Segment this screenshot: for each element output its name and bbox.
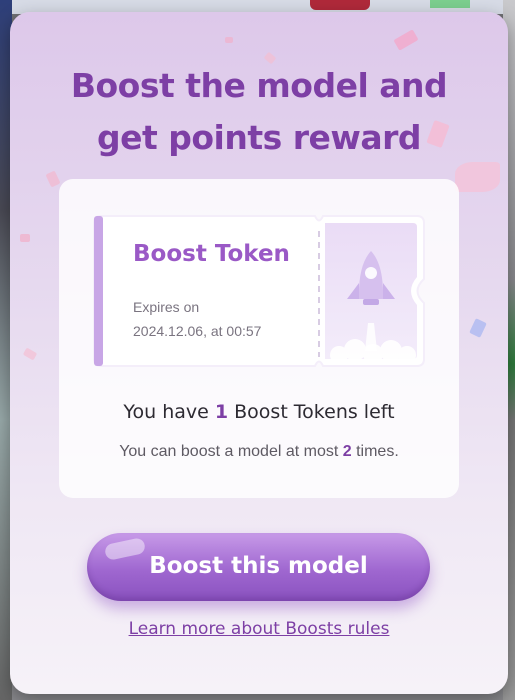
learn-more-link[interactable]: Learn more about Boosts rules	[10, 619, 508, 639]
expires-label: Expires on	[133, 299, 200, 315]
modal-title: Boost the model and get points reward	[10, 60, 508, 164]
confetti	[225, 37, 233, 43]
button-gloss	[103, 537, 147, 561]
confetti	[393, 29, 419, 51]
tokens-remaining: You have 1 Boost Tokens left	[59, 401, 459, 423]
tokens-prefix: You have	[123, 401, 215, 423]
confetti	[455, 162, 500, 192]
modal-title-line2: get points reward	[96, 118, 422, 157]
boost-limit: You can boost a model at most 2 times.	[59, 443, 459, 461]
expires-value: 2024.12.06, at 00:57	[133, 323, 262, 339]
ticket-name: Boost Token	[133, 241, 290, 267]
confetti	[22, 347, 38, 361]
limit-count: 2	[342, 443, 352, 460]
limit-suffix: times.	[351, 443, 399, 460]
boost-modal: Boost the model and get points reward Bo…	[10, 12, 508, 694]
modal-title-line1: Boost the model and	[70, 66, 448, 105]
limit-prefix: You can boost a model at most	[119, 443, 343, 460]
ticket-expiry: Expires on 2024.12.06, at 00:57	[133, 295, 261, 343]
confetti	[469, 318, 487, 338]
confetti	[45, 170, 61, 188]
tokens-count: 1	[214, 401, 229, 423]
tokens-suffix: Boost Tokens left	[228, 401, 395, 423]
confetti	[20, 234, 30, 242]
token-card: Boost Token Expires on 2024.12.06, at 00…	[59, 179, 459, 498]
boost-model-button[interactable]: Boost this model	[87, 533, 430, 601]
boost-token-ticket: Boost Token Expires on 2024.12.06, at 00…	[93, 215, 425, 367]
boost-button-label: Boost this model	[149, 553, 368, 579]
ticket-frame	[93, 215, 425, 367]
